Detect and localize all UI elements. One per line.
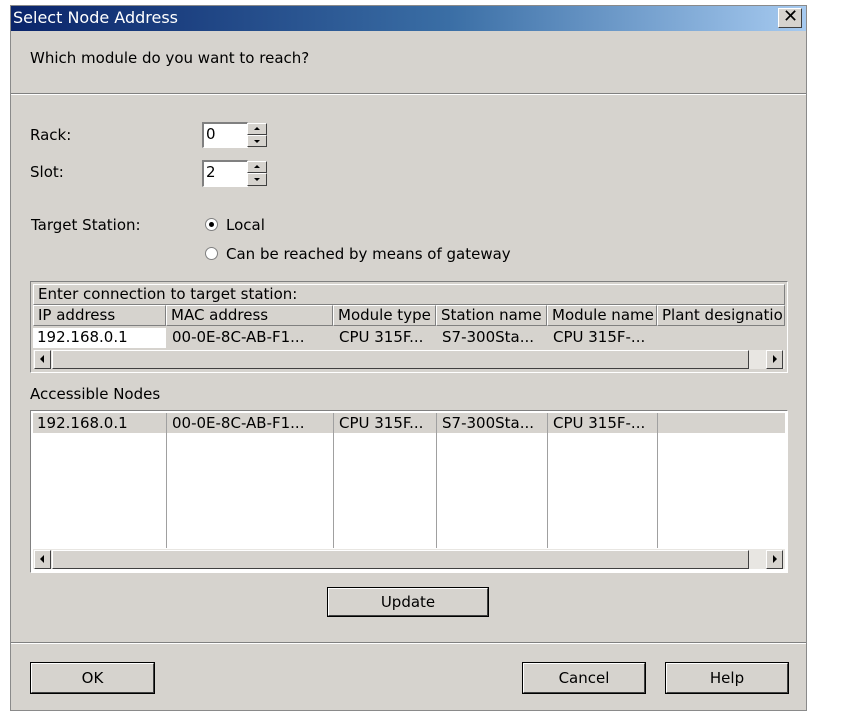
connection-scroll-right[interactable] <box>766 350 783 369</box>
update-button[interactable]: Update <box>327 587 489 617</box>
slot-label: Slot: <box>30 163 64 181</box>
connection-cell-module-type[interactable]: CPU 315F... <box>335 328 436 348</box>
target-station-label: Target Station: <box>31 216 141 234</box>
rack-up-button[interactable] <box>247 123 267 135</box>
connection-caption: Enter connection to target station: <box>33 284 785 305</box>
connection-scroll-left[interactable] <box>34 350 51 369</box>
node-cell-module-name[interactable]: CPU 315F-... <box>549 414 657 432</box>
connection-cell-mac[interactable]: 00-0E-8C-AB-F1... <box>168 328 333 348</box>
chevron-up-icon <box>254 165 260 168</box>
radio-gateway[interactable] <box>205 247 218 260</box>
col-header-module-name[interactable]: Module name <box>547 305 657 326</box>
window-title: Select Node Address <box>13 8 179 27</box>
nodes-scroll-left[interactable] <box>34 550 51 569</box>
col-header-ip[interactable]: IP address <box>33 305 166 326</box>
col-header-module-type[interactable]: Module type <box>333 305 436 326</box>
close-button[interactable]: ✕ <box>778 6 802 28</box>
rack-stepper[interactable] <box>247 123 267 147</box>
rack-down-button[interactable] <box>247 135 267 147</box>
arrow-right-icon <box>773 355 777 363</box>
arrow-left-icon <box>40 555 44 563</box>
nodes-scroll-thumb[interactable] <box>52 550 749 569</box>
node-cell-module-type[interactable]: CPU 315F... <box>335 414 436 432</box>
chevron-up-icon <box>254 127 260 130</box>
question-text: Which module do you want to reach? <box>30 49 310 67</box>
nodes-scroll-right[interactable] <box>766 550 783 569</box>
help-button[interactable]: Help <box>665 662 789 694</box>
slot-input[interactable]: 2 <box>202 160 248 187</box>
column-divider <box>166 413 167 548</box>
connection-cell-station-name[interactable]: S7-300Sta... <box>438 328 547 348</box>
col-header-station-name[interactable]: Station name <box>436 305 547 326</box>
radio-dot <box>209 222 214 227</box>
col-header-plant-designation[interactable]: Plant designation <box>657 305 785 326</box>
node-cell-plant-designation[interactable] <box>659 414 785 432</box>
arrow-left-icon <box>40 355 44 363</box>
close-icon: ✕ <box>783 6 799 27</box>
ok-button[interactable]: OK <box>30 662 155 694</box>
rack-label: Rack: <box>30 126 72 144</box>
connection-ip-input[interactable]: 192.168.0.1 <box>33 328 166 348</box>
slot-stepper[interactable] <box>247 161 267 186</box>
accessible-nodes-label: Accessible Nodes <box>30 385 161 403</box>
column-divider <box>547 413 548 548</box>
connection-cell-module-name[interactable]: CPU 315F-... <box>549 328 657 348</box>
connection-scroll-thumb[interactable] <box>52 350 749 369</box>
slot-up-button[interactable] <box>247 161 267 173</box>
arrow-right-icon <box>773 555 777 563</box>
chevron-down-icon <box>254 140 260 143</box>
connection-cell-plant-designation[interactable] <box>659 328 785 348</box>
radio-gateway-label[interactable]: Can be reached by means of gateway <box>226 245 511 263</box>
slot-down-button[interactable] <box>247 173 267 186</box>
chevron-down-icon <box>254 178 260 181</box>
node-cell-station-name[interactable]: S7-300Sta... <box>438 414 547 432</box>
node-cell-mac[interactable]: 00-0E-8C-AB-F1... <box>168 414 333 432</box>
rack-input[interactable]: 0 <box>202 122 248 148</box>
node-cell-ip[interactable]: 192.168.0.1 <box>33 414 166 432</box>
col-header-mac[interactable]: MAC address <box>166 305 333 326</box>
cancel-button[interactable]: Cancel <box>522 662 646 694</box>
radio-local-label[interactable]: Local <box>226 216 265 234</box>
column-divider <box>333 413 334 548</box>
column-divider <box>657 413 658 548</box>
radio-local[interactable] <box>205 218 218 231</box>
column-divider <box>436 413 437 548</box>
